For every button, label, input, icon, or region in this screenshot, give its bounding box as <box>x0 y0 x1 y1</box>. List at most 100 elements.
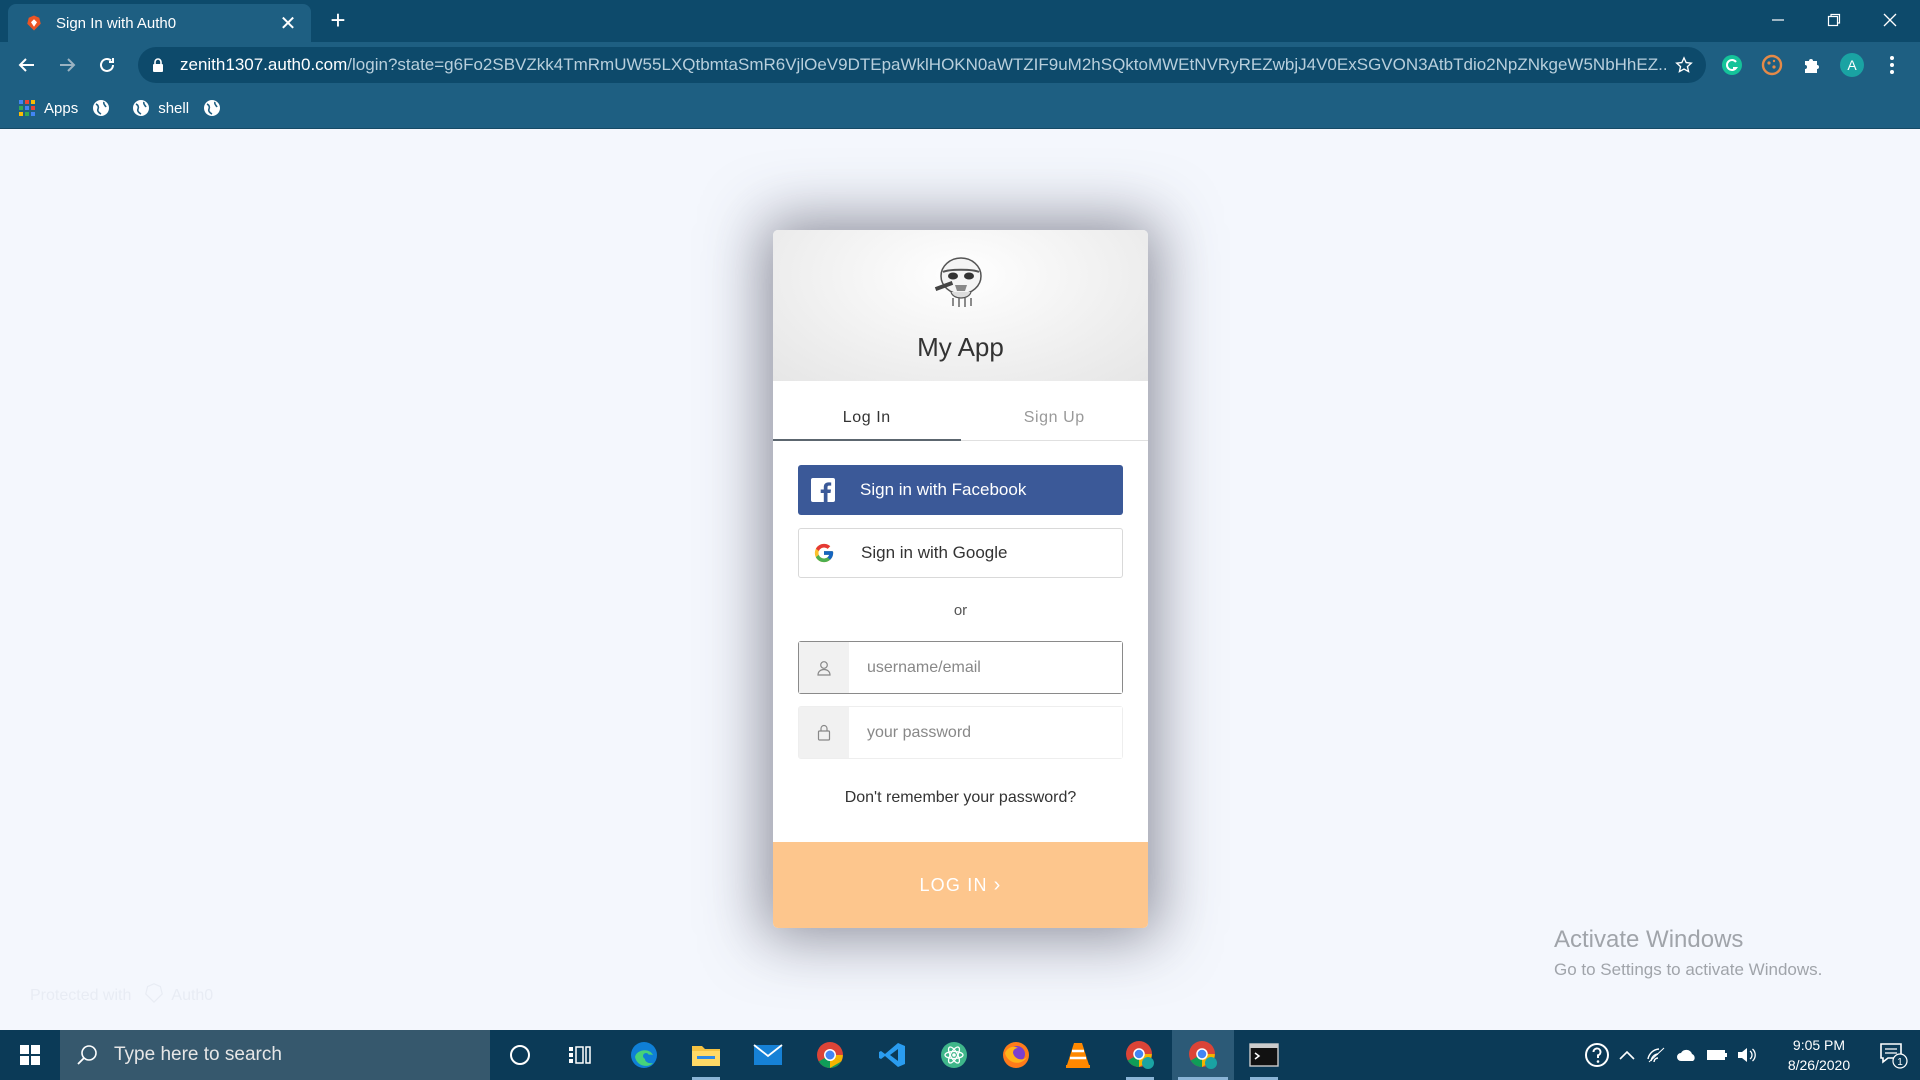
stormtrooper-logo-icon <box>929 248 993 312</box>
username-field[interactable] <box>798 641 1123 694</box>
auth0-brand-label: Auth0 <box>171 986 214 1004</box>
tab-log-in[interactable]: Log In <box>773 381 961 441</box>
auth-tabs: Log In Sign Up <box>773 381 1148 441</box>
terminal-icon[interactable] <box>1236 1030 1292 1080</box>
activate-windows-title: Activate Windows <box>1554 926 1744 953</box>
protected-by-auth0-badge[interactable]: Protected with Auth0 <box>30 982 213 1009</box>
page-content: My App Log In Sign Up Sign in with Faceb… <box>0 129 1920 1030</box>
address-bar[interactable]: zenith1307.auth0.com/login?state=g6Fo2SB… <box>138 47 1706 83</box>
url-text: zenith1307.auth0.com/login?state=g6Fo2SB… <box>180 55 1666 75</box>
search-icon <box>76 1043 100 1067</box>
svg-text:1: 1 <box>1897 1057 1903 1068</box>
file-explorer-icon[interactable] <box>678 1030 734 1080</box>
chrome-profile-a-icon[interactable] <box>1112 1030 1168 1080</box>
password-field[interactable] <box>798 706 1123 759</box>
bookmarks-bar: Apps shell <box>0 88 1920 129</box>
bookmark-apps[interactable]: Apps <box>18 99 78 117</box>
social-login-section: Sign in with Facebook Sign in with Googl… <box>773 441 1148 578</box>
browser-toolbar: zenith1307.auth0.com/login?state=g6Fo2SB… <box>0 42 1920 88</box>
bookmark-shell-label: shell <box>158 99 190 117</box>
login-card: My App Log In Sign Up Sign in with Faceb… <box>773 230 1148 928</box>
log-in-submit-button[interactable]: LOG IN › <box>773 842 1148 928</box>
system-tray <box>1582 1030 1762 1080</box>
tab-sign-up[interactable]: Sign Up <box>961 381 1149 440</box>
vscode-icon[interactable] <box>864 1030 920 1080</box>
reload-icon[interactable] <box>90 48 124 82</box>
forward-arrow-icon[interactable] <box>50 48 84 82</box>
globe-icon <box>203 99 221 117</box>
windows-taskbar: Type here to search 9:05 PM 8/26/2020 1 <box>0 1030 1920 1080</box>
extensions-puzzle-icon[interactable] <box>1798 51 1826 79</box>
firefox-icon[interactable] <box>988 1030 1044 1080</box>
tab-close-icon[interactable]: ✕ <box>277 11 299 36</box>
bookmark-apps-label: Apps <box>44 99 79 117</box>
or-divider: or <box>953 602 968 619</box>
help-icon[interactable] <box>1582 1030 1612 1080</box>
apps-grid-icon <box>18 99 36 117</box>
bookmark-shell[interactable]: shell <box>132 99 189 117</box>
facebook-icon <box>798 465 848 515</box>
clock-date: 8/26/2020 <box>1787 1057 1851 1073</box>
username-input[interactable] <box>849 642 1122 693</box>
clock-time: 9:05 PM <box>1792 1037 1846 1053</box>
tab-title: Sign In with Auth0 <box>56 14 177 32</box>
cookie-extension-icon[interactable] <box>1758 51 1786 79</box>
chevron-right-icon: › <box>993 873 1002 896</box>
taskbar-search-box[interactable]: Type here to search <box>60 1030 490 1080</box>
app-name-title: My App <box>917 332 1004 362</box>
browser-tab-strip: Sign In with Auth0 ✕ + <box>0 0 1920 42</box>
password-input[interactable] <box>849 707 1122 758</box>
login-card-header: My App <box>773 230 1148 381</box>
new-tab-button[interactable]: + <box>322 4 354 36</box>
chrome-icon[interactable] <box>802 1030 858 1080</box>
auth0-logo-icon <box>143 982 165 1009</box>
auth0-brand: Auth0 <box>143 982 213 1009</box>
windows-start-icon[interactable] <box>0 1030 60 1080</box>
onedrive-cloud-icon[interactable] <box>1672 1030 1702 1080</box>
browser-tab[interactable]: Sign In with Auth0 ✕ <box>8 4 311 42</box>
lock-icon <box>799 707 849 758</box>
profile-avatar[interactable]: A <box>1838 51 1866 79</box>
activate-windows-subtitle: Go to Settings to activate Windows. <box>1554 960 1823 979</box>
browser-menu-icon[interactable] <box>1878 51 1906 79</box>
task-view-icon[interactable] <box>552 1030 608 1080</box>
bookmark-star-icon[interactable] <box>1666 47 1702 83</box>
taskbar-clock[interactable]: 9:05 PM 8/26/2020 <box>1760 1035 1878 1075</box>
chevron-up-icon[interactable] <box>1612 1030 1642 1080</box>
user-icon <box>799 642 849 693</box>
globe-icon <box>132 99 150 117</box>
protected-text: Protected with <box>30 986 132 1004</box>
log-in-submit-label: LOG IN <box>919 874 988 895</box>
mail-icon[interactable] <box>740 1030 796 1080</box>
bookmark-globe-1[interactable] <box>92 99 118 117</box>
url-path: /login?state=g6Fo2SBVZkk4TmRmUW55LXQtbmt… <box>347 55 1666 74</box>
grammarly-extension-icon[interactable] <box>1718 51 1746 79</box>
restore-icon[interactable] <box>1806 0 1862 40</box>
facebook-signin-button[interactable]: Sign in with Facebook <box>798 465 1123 515</box>
svg-text:A: A <box>1847 57 1857 73</box>
cortana-icon[interactable] <box>492 1030 548 1080</box>
bookmark-globe-2[interactable] <box>203 99 229 117</box>
auth0-favicon-icon <box>24 13 44 33</box>
vlc-icon[interactable] <box>1050 1030 1106 1080</box>
chrome-active-window-icon[interactable] <box>1172 1030 1234 1080</box>
google-signin-label: Sign in with Google <box>861 543 1008 562</box>
close-window-icon[interactable] <box>1862 0 1918 40</box>
back-arrow-icon[interactable] <box>10 48 44 82</box>
google-signin-button[interactable]: Sign in with Google <box>798 528 1123 578</box>
edge-browser-icon[interactable] <box>616 1030 672 1080</box>
globe-icon <box>92 99 110 117</box>
google-icon <box>799 528 849 578</box>
lock-icon[interactable] <box>152 57 170 73</box>
notification-center-icon[interactable]: 1 <box>1866 1030 1920 1080</box>
facebook-signin-label: Sign in with Facebook <box>860 480 1027 499</box>
atom-editor-icon[interactable] <box>926 1030 982 1080</box>
volume-icon[interactable] <box>1732 1030 1762 1080</box>
wifi-icon[interactable] <box>1642 1030 1672 1080</box>
url-host: zenith1307.auth0.com <box>180 55 348 74</box>
minimize-icon[interactable] <box>1750 0 1806 40</box>
forgot-password-link[interactable]: Don't remember your password? <box>773 789 1148 807</box>
activate-windows-watermark: Activate Windows Go to Settings to activ… <box>1554 926 1822 980</box>
battery-icon[interactable] <box>1702 1030 1732 1080</box>
taskbar-search-placeholder: Type here to search <box>114 1044 282 1065</box>
